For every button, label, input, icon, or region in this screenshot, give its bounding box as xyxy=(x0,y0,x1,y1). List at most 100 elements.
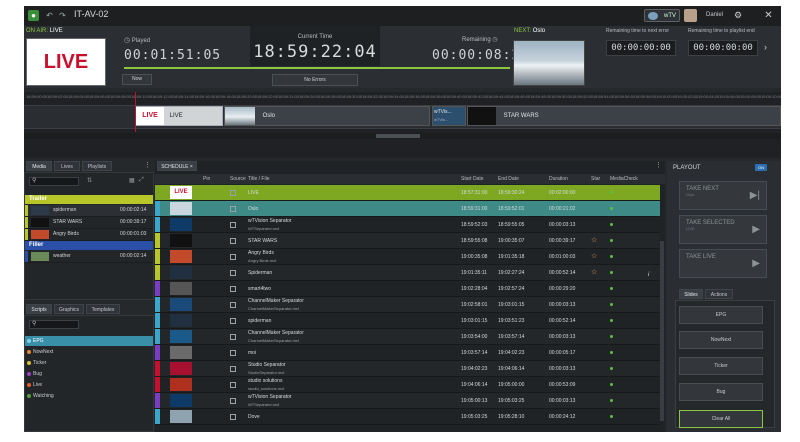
star-icon[interactable]: ☆ xyxy=(591,265,597,281)
undo-icon[interactable]: ↶ xyxy=(44,10,55,21)
chevron-right-icon[interactable]: › xyxy=(764,42,767,52)
col-pin[interactable]: Pin xyxy=(203,174,210,184)
status-button[interactable]: No Errors xyxy=(272,74,358,86)
group-filler[interactable]: Filler xyxy=(25,241,153,250)
close-icon[interactable]: ✕ xyxy=(762,9,775,22)
timeline-tick: 19:00:02:00 xyxy=(677,94,699,99)
source-icon xyxy=(230,382,236,388)
table-row[interactable]: LIVE LIVE 18:57:31:00 18:59:30:24 00:02:00:0… xyxy=(155,185,660,201)
current-time-label: Current Time xyxy=(297,34,333,40)
script-item-bug[interactable]: Bug xyxy=(25,369,153,379)
grid-icon[interactable]: ▦ xyxy=(129,177,135,184)
tab-templates[interactable]: Templates xyxy=(86,304,120,314)
playout-toggle[interactable]: ON xyxy=(755,164,767,171)
source-icon xyxy=(230,222,236,228)
expand-icon[interactable]: ⤢ xyxy=(139,177,144,184)
timeline-scroll-thumb[interactable] xyxy=(376,134,420,138)
media-item[interactable]: spiderman 00:00:02:14 xyxy=(25,205,153,217)
clear-all-button[interactable]: Clear All xyxy=(679,410,763,428)
take-live-button[interactable]: TAKE LIVE ▶ xyxy=(679,249,767,278)
clip-wtv[interactable]: wTVis... wTVis... xyxy=(432,106,466,126)
table-row[interactable]: moi 19:03:57:14 19:04:02:23 00:00:05:17 xyxy=(155,345,660,361)
table-row[interactable]: STAR WARS 18:59:55:08 19:00:35:07 00:00:39:… xyxy=(155,233,660,249)
tab-actions[interactable]: Actions xyxy=(705,289,733,299)
table-row[interactable]: Dove 19:05:03:25 19:05:28:10 00:00:24:12 xyxy=(155,409,660,425)
redo-icon[interactable]: ↷ xyxy=(57,10,68,21)
table-row[interactable]: ChannelMaker Separator ChannelMakerSepara… xyxy=(155,297,660,313)
col-title[interactable]: Title / File xyxy=(248,174,269,184)
sort-icon[interactable]: ⇅ xyxy=(87,177,92,184)
table-row[interactable]: wTVision Separator WTSeparator.mxf 18:59:5… xyxy=(155,217,660,233)
info-icon[interactable]: i xyxy=(648,272,649,278)
group-trailer[interactable]: Trailer xyxy=(25,195,153,204)
col-start[interactable]: Start Date xyxy=(461,174,484,184)
slide-nownext-button[interactable]: NowNext xyxy=(679,331,763,349)
star-icon[interactable]: ☆ xyxy=(591,233,597,249)
mediacheck-ok-icon xyxy=(610,367,613,370)
tab-playlists[interactable]: Playlists xyxy=(82,161,112,171)
col-source[interactable]: Source xyxy=(230,174,246,184)
media-item[interactable]: weather 00:00:02:14 xyxy=(25,251,153,263)
take-next-button[interactable]: TAKE NEXT Oslo ▶| xyxy=(679,181,767,210)
media-item[interactable]: STAR WARS 00:00:39:17 xyxy=(25,217,153,229)
source-icon xyxy=(230,414,236,420)
table-row[interactable]: Studio Separator StudioSeparator.mxf 19:04… xyxy=(155,361,660,377)
col-star[interactable]: Star xyxy=(591,174,600,184)
script-item-live[interactable]: Live xyxy=(25,380,153,390)
brand-button[interactable]: wTV xyxy=(644,9,680,22)
table-row[interactable]: ChannelMaker Separator ChannelMakerSepara… xyxy=(155,329,660,345)
clip-live-label: LIVE xyxy=(169,113,183,119)
col-mediacheck[interactable]: MediaCheck xyxy=(610,174,638,184)
media-item[interactable]: Angry Birds 00:00:01:03 xyxy=(25,229,153,241)
scripts-search-input[interactable]: ⚲ xyxy=(29,320,79,329)
timeline-scrollbar[interactable] xyxy=(24,133,781,139)
table-row[interactable]: smart4two 19:02:28:04 19:02:57:24 00:00:29:… xyxy=(155,281,660,297)
script-item-watching[interactable]: Watching xyxy=(25,391,153,401)
tab-slides[interactable]: Slides xyxy=(679,289,703,299)
tab-scripts[interactable]: Scripts xyxy=(26,304,52,314)
script-item-nownext[interactable]: NowNext xyxy=(25,347,153,357)
avatar[interactable] xyxy=(684,9,697,22)
source-icon xyxy=(230,302,236,308)
app-logo-icon: ● xyxy=(28,10,39,21)
col-end[interactable]: End Date xyxy=(498,174,519,184)
now-button[interactable]: Now xyxy=(122,74,152,85)
script-item-epg[interactable]: EPG xyxy=(25,336,153,346)
more-icon[interactable]: ⋮ xyxy=(655,161,662,169)
table-row[interactable]: Angry Birds Angry Birds.mxf 19:00:35:08 19:… xyxy=(155,249,660,265)
table-row[interactable]: studio solutions studio_solutions.mxf 19:0… xyxy=(155,377,660,393)
row-thumbnail xyxy=(170,266,192,279)
slide-bug-button[interactable]: Bug xyxy=(679,383,763,401)
table-row[interactable]: spiderman 19:03:01:15 19:03:51:23 00:00:52:… xyxy=(155,313,660,329)
table-row[interactable]: Oslo 18:59:31:00 18:59:52:01 00:00:21:02 xyxy=(155,201,660,217)
timeline[interactable]: 18:59:00:00 18:59:02:00 18:59:04:00 18:59:0… xyxy=(24,92,781,158)
row-end: 18:59:52:01 xyxy=(498,206,525,212)
take-selected-button[interactable]: TAKE SELECTED LIVE ▶ xyxy=(679,215,767,244)
col-duration[interactable]: Duration xyxy=(549,174,568,184)
row-start: 19:02:58:01 xyxy=(461,302,488,308)
row-title: ChannelMaker Separator ChannelMakerSepara… xyxy=(248,298,304,311)
gear-icon[interactable]: ⚙ xyxy=(732,10,744,21)
slide-ticker-button[interactable]: Ticker xyxy=(679,357,763,375)
clip-starwars[interactable]: STAR WARS xyxy=(467,106,781,126)
tab-media[interactable]: Media xyxy=(26,161,52,171)
row-color-bar xyxy=(155,265,160,280)
star-icon[interactable]: ☆ xyxy=(591,249,597,265)
on-air-label: ON AIR: LIVE xyxy=(26,28,63,34)
tab-graphics[interactable]: Graphics xyxy=(54,304,84,314)
media-search-input[interactable]: ⚲ xyxy=(29,177,79,186)
tab-lives[interactable]: Lives xyxy=(54,161,80,171)
clip-oslo[interactable]: Oslo xyxy=(224,106,430,126)
skip-next-icon: ▶| xyxy=(749,190,760,201)
slide-epg-button[interactable]: EPG xyxy=(679,306,763,324)
schedule-scrollbar[interactable] xyxy=(660,241,664,421)
tab-schedule[interactable]: SCHEDULE × xyxy=(157,161,197,171)
scripts-panel: ⚲ EPG NowNext Ticker Bug Live Watching xyxy=(24,315,154,432)
table-row[interactable]: wTVision Separator WTSeparator.mxf 19:05:0… xyxy=(155,393,660,409)
table-row[interactable]: Spiderman 19:01:35:11 19:02:27:24 00:00:52:… xyxy=(155,265,660,281)
playhead[interactable] xyxy=(135,92,136,132)
timeline-tick: 18:59:04:00 xyxy=(68,94,90,99)
script-item-ticker[interactable]: Ticker xyxy=(25,358,153,368)
more-icon[interactable]: ⋮ xyxy=(144,161,151,169)
clip-live[interactable]: LIVE LIVE xyxy=(135,106,223,126)
